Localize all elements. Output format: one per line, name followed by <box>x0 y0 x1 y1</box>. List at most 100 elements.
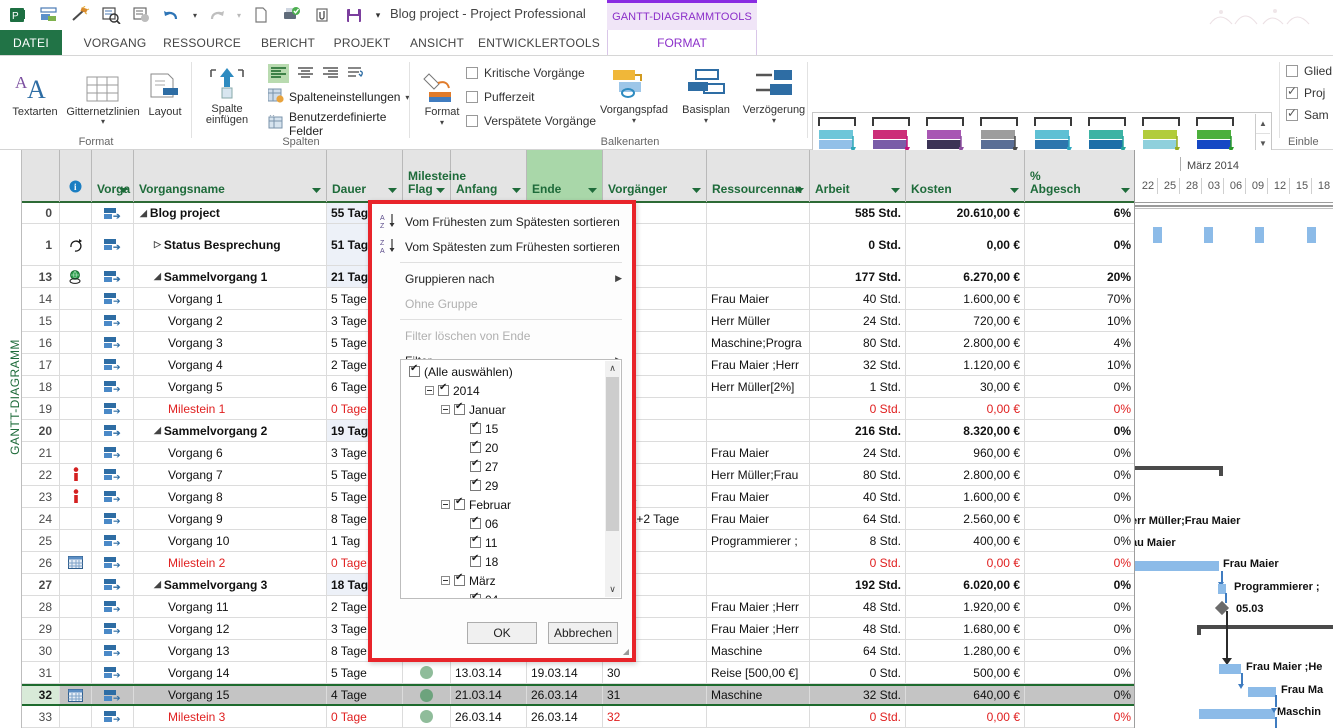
row-indicator-cell[interactable] <box>60 662 92 683</box>
tree-checkbox[interactable] <box>470 477 481 491</box>
tree-checkbox[interactable] <box>470 420 481 434</box>
filter-tree-node[interactable]: 2014 <box>403 381 603 400</box>
header-col-name[interactable]: Vorgangsname <box>134 150 327 202</box>
row-flag-cell[interactable] <box>403 706 451 727</box>
row-resource-cell[interactable]: Maschine <box>707 686 810 704</box>
row-id-cell[interactable]: 24 <box>22 508 60 529</box>
row-mode-cell[interactable]: ➔ <box>92 596 134 617</box>
row-indicator-cell[interactable] <box>60 552 92 573</box>
row-expander-icon[interactable]: ◢ <box>154 271 161 282</box>
row-resource-cell[interactable]: Maschine;Progra <box>707 332 810 353</box>
row-indicator-cell[interactable] <box>60 464 92 485</box>
new-task-icon[interactable] <box>35 2 63 28</box>
row-mode-cell[interactable]: ➔ <box>92 486 134 507</box>
row-percent-cell[interactable]: 0% <box>1025 662 1134 683</box>
vorgangspfad-button[interactable]: Vorgangspfad ▾ <box>596 62 672 125</box>
filter-tree-node[interactable]: 20 <box>403 438 603 457</box>
row-id-cell[interactable]: 18 <box>22 376 60 397</box>
row-percent-cell[interactable]: 0% <box>1025 442 1134 463</box>
row-indicator-cell[interactable] <box>60 398 92 419</box>
tab-format[interactable]: FORMAT <box>607 30 757 56</box>
row-mode-cell[interactable]: ➔ <box>92 310 134 331</box>
row-name-cell[interactable]: Vorgang 9 <box>134 508 327 529</box>
gantt-bar-vorgang13[interactable] <box>1199 709 1275 719</box>
row-work-cell[interactable]: 0 Std. <box>810 552 906 573</box>
row-work-cell[interactable]: 8 Std. <box>810 530 906 551</box>
row-id-cell[interactable]: 19 <box>22 398 60 419</box>
row-percent-cell[interactable]: 0% <box>1025 640 1134 661</box>
gantt-body[interactable]: err Müller;Frau Maier au Maier Frau Maie… <box>1135 203 1333 728</box>
row-resource-cell[interactable] <box>707 420 810 441</box>
row-id-cell[interactable]: 26 <box>22 552 60 573</box>
row-resource-cell[interactable] <box>707 224 810 265</box>
row-indicator-cell[interactable] <box>60 486 92 507</box>
row-cost-cell[interactable]: 1.280,00 € <box>906 640 1025 661</box>
row-work-cell[interactable]: 24 Std. <box>810 310 906 331</box>
tree-collapse-icon[interactable] <box>441 576 450 585</box>
ok-button[interactable]: OK <box>467 622 537 644</box>
row-id-cell[interactable]: 29 <box>22 618 60 639</box>
tab-ressource[interactable]: RESSOURCE <box>157 30 247 56</box>
tab-bericht[interactable]: BERICHT <box>252 30 324 56</box>
tree-collapse-icon[interactable] <box>441 405 450 414</box>
chevron-down-icon[interactable] <box>311 184 322 195</box>
header-col-flag[interactable]: Milesteine Flag <box>403 150 466 202</box>
row-cost-cell[interactable]: 1.600,00 € <box>906 486 1025 507</box>
scroll-up-icon[interactable]: ∧ <box>605 361 620 376</box>
row-cost-cell[interactable]: 0,00 € <box>906 552 1025 573</box>
tree-checkbox[interactable] <box>454 401 465 415</box>
chevron-down-icon[interactable] <box>387 184 398 195</box>
filter-tree-node[interactable]: 15 <box>403 419 603 438</box>
header-col-ende[interactable]: Ende <box>527 150 603 202</box>
attach-icon[interactable] <box>309 2 337 28</box>
clear-format-icon[interactable] <box>66 2 94 28</box>
kritische-vorgaenge-checkbox[interactable]: Kritische Vorgänge <box>466 66 585 80</box>
spalteneinstellungen-button[interactable]: Spalteneinstellungen ▾ <box>267 88 409 106</box>
menu-item-sort-asc[interactable]: AZ Vom Frühesten zum Spätesten sortieren <box>372 209 632 234</box>
row-mode-cell[interactable]: ➔ <box>92 376 134 397</box>
filter-tree-node[interactable]: 04 <box>403 590 603 598</box>
basisplan-button[interactable]: Basisplan ▾ <box>674 62 738 125</box>
row-work-cell[interactable]: 0 Std. <box>810 662 906 683</box>
row-id-cell[interactable]: 27 <box>22 574 60 595</box>
gantt-summary-bar-2[interactable] <box>1135 466 1223 476</box>
row-indicator-cell[interactable] <box>60 706 92 727</box>
row-start-cell[interactable]: 26.03.14 <box>451 706 527 727</box>
row-name-cell[interactable]: Vorgang 13 <box>134 640 327 661</box>
row-duration-cell[interactable]: 0 Tage <box>327 706 403 727</box>
customize-qat-icon[interactable]: ▾ <box>371 2 385 28</box>
row-indicator-cell[interactable] <box>60 310 92 331</box>
row-cost-cell[interactable]: 640,00 € <box>906 686 1025 704</box>
row-work-cell[interactable]: 585 Std. <box>810 203 906 223</box>
row-resource-cell[interactable]: Frau Maier <box>707 486 810 507</box>
row-mode-cell[interactable]: ➔ <box>92 508 134 529</box>
row-mode-cell[interactable]: ➔ <box>92 398 134 419</box>
row-mode-cell[interactable]: ➔ <box>92 574 134 595</box>
row-resource-cell[interactable]: Maschine <box>707 640 810 661</box>
tree-checkbox[interactable] <box>470 439 481 453</box>
undo-icon[interactable] <box>159 2 187 28</box>
row-work-cell[interactable]: 80 Std. <box>810 464 906 485</box>
row-expander-icon[interactable]: ▷ <box>154 239 161 250</box>
wrap-text-icon[interactable] <box>347 66 364 82</box>
cancel-button[interactable]: Abbrechen <box>548 622 618 644</box>
row-work-cell[interactable]: 64 Std. <box>810 508 906 529</box>
row-name-cell[interactable]: Vorgang 12 <box>134 618 327 639</box>
row-percent-cell[interactable]: 0% <box>1025 464 1134 485</box>
sammelvorgaenge-checkbox[interactable]: Sam <box>1286 106 1329 122</box>
row-id-cell[interactable]: 25 <box>22 530 60 551</box>
ribbon-tab-bar[interactable]: DATEI VORGANG RESSOURCE BERICHT PROJEKT … <box>0 30 1333 56</box>
verzoegerung-button[interactable]: Verzögerung ▾ <box>738 62 810 125</box>
new-file-icon[interactable] <box>247 2 275 28</box>
header-col-mode[interactable]: Vorga <box>92 150 134 202</box>
tree-checkbox[interactable] <box>470 591 481 598</box>
row-name-cell[interactable]: Milestein 2 <box>134 552 327 573</box>
tree-checkbox[interactable] <box>454 572 465 586</box>
row-cost-cell[interactable]: 1.600,00 € <box>906 288 1025 309</box>
filter-tree-node[interactable]: 06 <box>403 514 603 533</box>
chevron-down-icon[interactable] <box>1120 184 1131 195</box>
row-indicator-cell[interactable] <box>60 203 92 223</box>
filter-tree-node[interactable]: 18 <box>403 552 603 571</box>
align-center-icon[interactable] <box>297 66 314 81</box>
chevron-down-icon[interactable] <box>890 184 901 195</box>
